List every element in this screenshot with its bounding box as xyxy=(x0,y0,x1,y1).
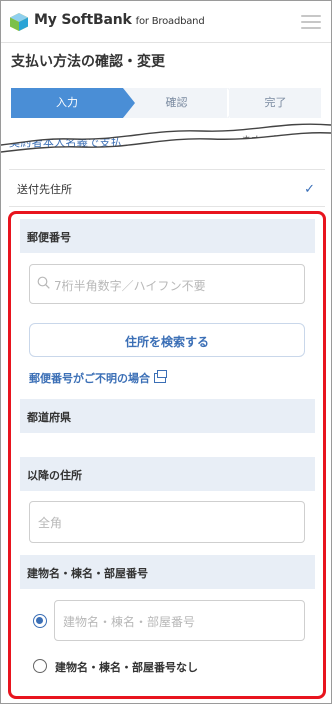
app-header: My SoftBank for Broadband xyxy=(1,1,331,43)
street-address-placeholder: 全角 xyxy=(38,516,63,530)
torn-edge-divider xyxy=(1,119,331,155)
building-name-input[interactable]: 建物名・棟名・部屋番号 xyxy=(54,600,305,641)
street-address-label: 以降の住所 xyxy=(27,469,82,482)
check-icon: ✓ xyxy=(304,182,315,197)
brand-name-text: My SoftBank xyxy=(34,12,132,28)
street-address-section-header: 以降の住所 xyxy=(20,457,315,491)
step-confirm-arrow xyxy=(229,88,241,118)
postal-code-placeholder: 7桁半角数字／ハイフン不要 xyxy=(54,279,206,293)
postal-code-section-header: 郵便番号 xyxy=(20,219,315,253)
building-label: 建物名・棟名・部屋番号 xyxy=(27,567,148,580)
shipping-address-label: 送付先住所 xyxy=(17,183,72,196)
prefecture-section-header: 都道府県 xyxy=(20,399,315,433)
unknown-postal-code-link-text: 郵便番号がご不明の場合 xyxy=(29,372,150,385)
step-confirm: 確認 xyxy=(124,88,229,118)
building-name-radio[interactable] xyxy=(33,614,47,628)
search-address-button-label: 住所を検索する xyxy=(124,335,209,349)
no-building-name-radio[interactable] xyxy=(33,659,47,673)
step-complete: 完了 xyxy=(230,88,321,118)
softbank-logo-icon xyxy=(10,13,28,31)
omitted-section: 契約者本人名義で支払 ます。申込書記 xyxy=(1,119,331,155)
step-input-arrow xyxy=(123,88,135,118)
no-building-name-label[interactable]: 建物名・棟名・部屋番号なし xyxy=(55,659,198,675)
unknown-postal-code-link[interactable]: 郵便番号がご不明の場合 xyxy=(29,370,167,386)
screen-frame: My SoftBank for Broadband 支払い方法の確認・変更 入力 … xyxy=(0,0,332,704)
postal-code-label: 郵便番号 xyxy=(27,231,71,244)
postal-code-input[interactable]: 7桁半角数字／ハイフン不要 xyxy=(29,264,305,304)
brand-sub-text: for Broadband xyxy=(135,16,205,27)
brand-name[interactable]: My SoftBank for Broadband xyxy=(34,12,205,28)
page-title: 支払い方法の確認・変更 xyxy=(11,54,165,70)
step-indicator: 入力 確認 完了 xyxy=(11,88,321,118)
prefecture-value xyxy=(29,439,305,457)
building-name-placeholder: 建物名・棟名・部屋番号 xyxy=(63,615,196,629)
search-icon xyxy=(37,276,50,289)
prefecture-label: 都道府県 xyxy=(27,411,71,424)
step-input: 入力 xyxy=(11,88,123,118)
street-address-input[interactable]: 全角 xyxy=(29,501,305,543)
building-section-header: 建物名・棟名・部屋番号 xyxy=(20,555,315,589)
menu-icon[interactable] xyxy=(301,15,321,30)
search-address-button[interactable]: 住所を検索する xyxy=(29,323,305,357)
external-window-icon xyxy=(154,370,167,383)
shipping-address-row[interactable]: 送付先住所 ✓ xyxy=(9,169,325,207)
